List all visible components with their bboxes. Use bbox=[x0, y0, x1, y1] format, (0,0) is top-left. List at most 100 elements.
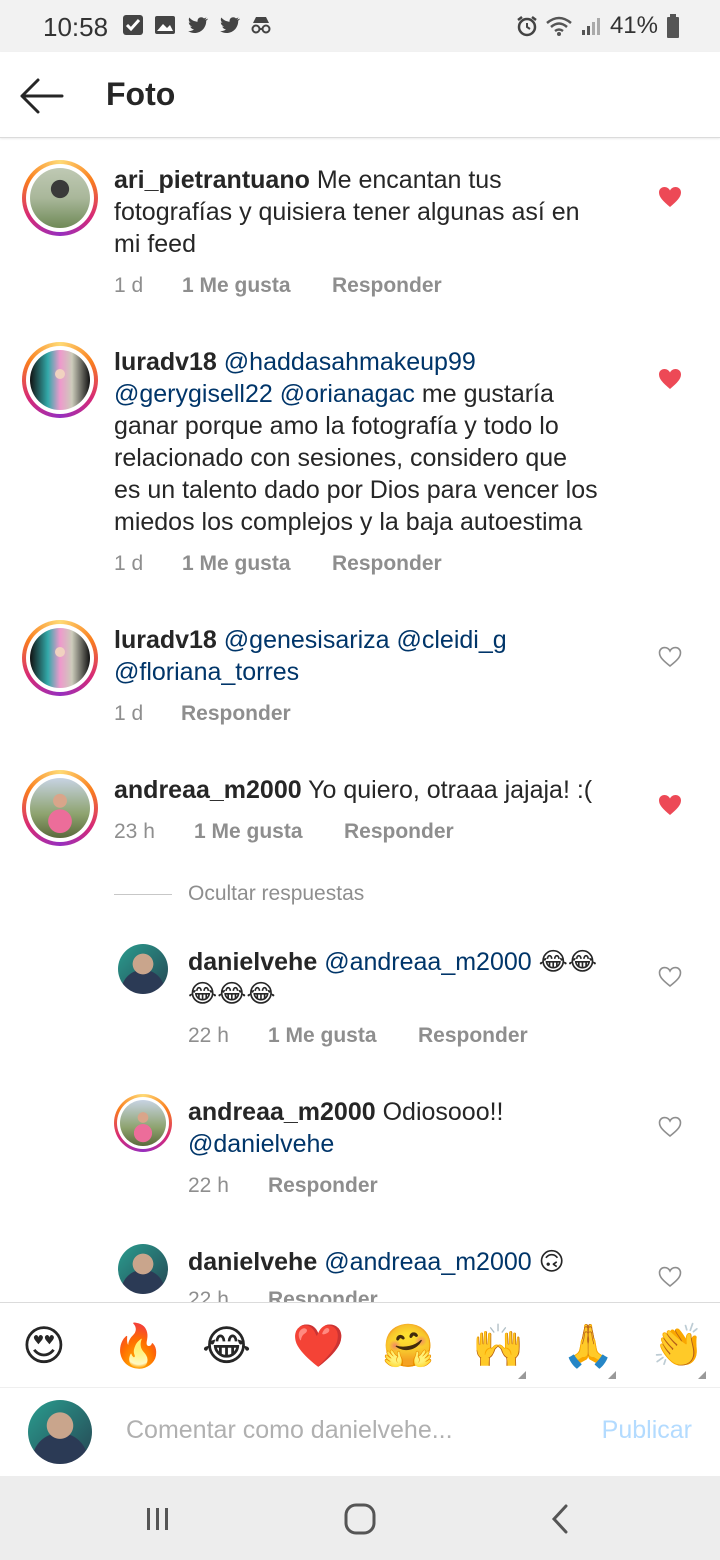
image-icon bbox=[155, 16, 175, 34]
comment-time: 1 d bbox=[114, 274, 144, 297]
arrow-left-icon bbox=[20, 78, 64, 114]
mention-link[interactable]: @cleidi_g bbox=[397, 626, 507, 654]
heart-outline-icon[interactable] bbox=[658, 1116, 682, 1138]
mention-link[interactable]: @andreaa_m2000 bbox=[324, 948, 531, 976]
check-square-icon bbox=[123, 15, 143, 35]
quick-emoji-bar: 😍 🔥 😂 ❤️ 🤗 🙌 🙏 👏 bbox=[0, 1302, 720, 1388]
battery-icon bbox=[667, 14, 679, 38]
mention-link[interactable]: @haddasahmakeup99 bbox=[224, 348, 476, 376]
comment-meta: 1 d 1 Me gusta Responder bbox=[114, 274, 442, 298]
avatar[interactable] bbox=[114, 1094, 172, 1152]
reply-button[interactable]: Responder bbox=[268, 1174, 378, 1198]
comment-item: andreaa_m2000 Yo quiero, otraaa jajaja! … bbox=[0, 770, 720, 850]
skin-tone-indicator bbox=[698, 1371, 706, 1379]
system-back-button[interactable] bbox=[542, 1502, 582, 1536]
emoji-tears-of-joy[interactable]: 😂 bbox=[202, 1321, 251, 1371]
avatar[interactable] bbox=[118, 944, 168, 994]
username[interactable]: andreaa_m2000 bbox=[188, 1098, 376, 1126]
mention-link[interactable]: @genesisariza bbox=[224, 626, 390, 654]
heart-filled-icon[interactable] bbox=[658, 368, 682, 390]
mention-link[interactable]: @gerygisell22 bbox=[114, 380, 273, 408]
username[interactable]: luradv18 bbox=[114, 348, 217, 376]
comment-meta: 1 d Responder bbox=[114, 702, 291, 726]
reply-button[interactable]: Responder bbox=[418, 1024, 528, 1048]
reply-item: danielvehe @andreaa_m2000 🙃 22 h Respond… bbox=[0, 1244, 720, 1302]
comment-time: 22 h bbox=[188, 1288, 229, 1302]
comment-input[interactable]: Comentar como danielvehe... bbox=[126, 1416, 453, 1445]
reply-item: danielvehe @andreaa_m2000 😂😂 😂😂😂 22 h 1 … bbox=[0, 944, 720, 1054]
page-title: Foto bbox=[106, 76, 176, 112]
username[interactable]: ari_pietrantuano bbox=[114, 166, 310, 194]
comment-composer: Comentar como danielvehe... Publicar bbox=[0, 1388, 720, 1476]
username[interactable]: andreaa_m2000 bbox=[114, 776, 302, 804]
back-button[interactable] bbox=[18, 74, 66, 118]
emoji-heart-eyes[interactable]: 😍 bbox=[22, 1321, 66, 1371]
heart-outline-icon[interactable] bbox=[658, 646, 682, 668]
avatar[interactable] bbox=[22, 620, 98, 696]
comment-meta: 22 h Responder bbox=[188, 1174, 378, 1198]
status-bar: 10:58 41% bbox=[0, 0, 720, 52]
comment-meta: 23 h 1 Me gusta Responder bbox=[114, 820, 454, 844]
comment-meta: 22 h 1 Me gusta Responder bbox=[188, 1024, 528, 1048]
likes-count[interactable]: 1 Me gusta bbox=[182, 274, 332, 298]
alarm-icon bbox=[517, 16, 537, 37]
reply-button[interactable]: Responder bbox=[332, 552, 442, 576]
comment-time: 22 h bbox=[188, 1174, 229, 1197]
username[interactable]: danielvehe bbox=[188, 948, 317, 976]
comment-text: luradv18 @genesisariza @cleidi_g @floria… bbox=[114, 624, 654, 688]
publish-button[interactable]: Publicar bbox=[602, 1416, 692, 1445]
username[interactable]: danielvehe bbox=[188, 1248, 317, 1276]
reply-button[interactable]: Responder bbox=[344, 820, 454, 844]
wifi-icon bbox=[546, 16, 572, 36]
heart-outline-icon[interactable] bbox=[658, 966, 682, 988]
comment-time: 22 h bbox=[188, 1024, 229, 1047]
avatar[interactable] bbox=[22, 342, 98, 418]
avatar[interactable] bbox=[22, 160, 98, 236]
username[interactable]: luradv18 bbox=[114, 626, 217, 654]
chevron-left-icon bbox=[551, 1504, 568, 1534]
avatar[interactable] bbox=[22, 770, 98, 846]
avatar[interactable] bbox=[118, 1244, 168, 1294]
avatar bbox=[28, 1400, 92, 1464]
reply-button[interactable]: Responder bbox=[181, 702, 291, 726]
mention-link[interactable]: @orianagac bbox=[280, 380, 415, 408]
comment-time: 1 d bbox=[114, 552, 144, 575]
hide-replies-label: Ocultar respuestas bbox=[188, 882, 365, 905]
comment-item: luradv18 @genesisariza @cleidi_g @floria… bbox=[0, 620, 720, 730]
likes-count[interactable]: 1 Me gusta bbox=[182, 552, 332, 576]
emoji-folded-hands[interactable]: 🙏 bbox=[562, 1321, 614, 1371]
emoji-hugging[interactable]: 🤗 bbox=[382, 1321, 434, 1371]
comment-text: andreaa_m2000 Odiosooo!! @danielvehe bbox=[188, 1098, 504, 1158]
skin-tone-indicator bbox=[608, 1371, 616, 1379]
home-button[interactable] bbox=[340, 1502, 380, 1536]
comment-text: danielvehe @andreaa_m2000 🙃 bbox=[188, 1248, 565, 1276]
emoji-fire[interactable]: 🔥 bbox=[112, 1321, 164, 1371]
reply-button[interactable]: Responder bbox=[268, 1288, 378, 1302]
mention-link[interactable]: @andreaa_m2000 bbox=[324, 1248, 531, 1276]
mention-link[interactable]: @floriana_torres bbox=[114, 658, 299, 686]
system-nav-bar bbox=[0, 1476, 720, 1560]
likes-count[interactable]: 1 Me gusta bbox=[268, 1024, 418, 1048]
comment-item: luradv18 @haddasahmakeup99 @gerygisell22… bbox=[0, 342, 720, 592]
hide-replies-button[interactable]: Ocultar respuestas bbox=[114, 882, 364, 906]
top-bar: Foto bbox=[0, 52, 720, 138]
comment-meta: 1 d 1 Me gusta Responder bbox=[114, 552, 442, 576]
status-time: 10:58 bbox=[43, 12, 109, 42]
comment-item: ari_pietrantuano Me encantan tus fotogra… bbox=[0, 160, 720, 310]
emoji-clapping-hands[interactable]: 👏 bbox=[652, 1321, 704, 1371]
battery-level: 41% bbox=[609, 12, 658, 39]
emoji-raising-hands[interactable]: 🙌 bbox=[472, 1321, 524, 1371]
emoji-red-heart[interactable]: ❤️ bbox=[292, 1321, 344, 1371]
mention-link[interactable]: @danielvehe bbox=[188, 1130, 334, 1158]
heart-outline-icon[interactable] bbox=[658, 1266, 682, 1288]
reply-button[interactable]: Responder bbox=[332, 274, 442, 298]
recent-apps-button[interactable] bbox=[138, 1502, 178, 1536]
comment-text: luradv18 @haddasahmakeup99 @gerygisell22… bbox=[114, 348, 598, 536]
heart-filled-icon[interactable] bbox=[658, 186, 682, 208]
comment-time: 1 d bbox=[114, 702, 144, 725]
heart-filled-icon[interactable] bbox=[658, 794, 682, 816]
likes-count[interactable]: 1 Me gusta bbox=[194, 820, 344, 844]
comment-meta: 22 h Responder bbox=[188, 1288, 378, 1302]
comment-text: danielvehe @andreaa_m2000 😂😂 😂😂😂 bbox=[188, 948, 598, 1008]
skin-tone-indicator bbox=[518, 1371, 526, 1379]
